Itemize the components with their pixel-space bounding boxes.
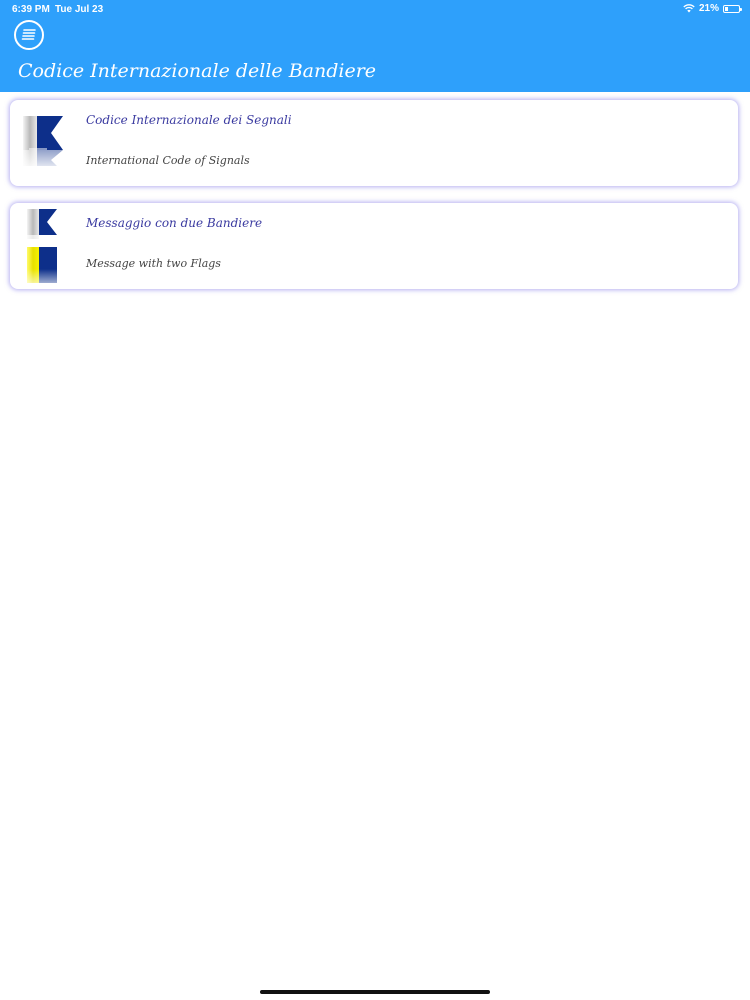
page-title: Codice Internazionale delle Bandiere bbox=[18, 60, 377, 82]
status-bar: 6:39 PM Tue Jul 23 21% bbox=[0, 0, 750, 18]
card-title: Codice Internazionale dei Segnali bbox=[86, 113, 292, 127]
status-time: 6:39 PM bbox=[12, 4, 50, 15]
status-date: Tue Jul 23 bbox=[55, 4, 104, 15]
battery-level bbox=[725, 6, 728, 11]
menu-button[interactable] bbox=[14, 20, 44, 50]
battery-icon bbox=[723, 4, 742, 13]
flag-yellow-blue-icon bbox=[21, 247, 65, 283]
card-subtitle: Message with two Flags bbox=[86, 257, 221, 270]
flag-alpha-icon bbox=[21, 209, 65, 243]
list-item-international-code[interactable]: Codice Internazionale dei Segnali Intern… bbox=[10, 100, 738, 186]
menu-icon bbox=[21, 28, 37, 42]
status-indicators: 21% bbox=[683, 3, 742, 14]
card-subtitle: International Code of Signals bbox=[86, 154, 250, 167]
battery-percent: 21% bbox=[698, 3, 719, 14]
card-title: Messaggio con due Bandiere bbox=[86, 216, 263, 230]
list-item-two-flags[interactable]: Messaggio con due Bandiere Message with … bbox=[10, 203, 738, 289]
wifi-icon bbox=[683, 4, 695, 13]
flag-alpha-icon bbox=[21, 116, 65, 170]
app-header: 6:39 PM Tue Jul 23 21% Codice Internazio… bbox=[0, 0, 750, 92]
home-indicator[interactable] bbox=[260, 990, 490, 994]
